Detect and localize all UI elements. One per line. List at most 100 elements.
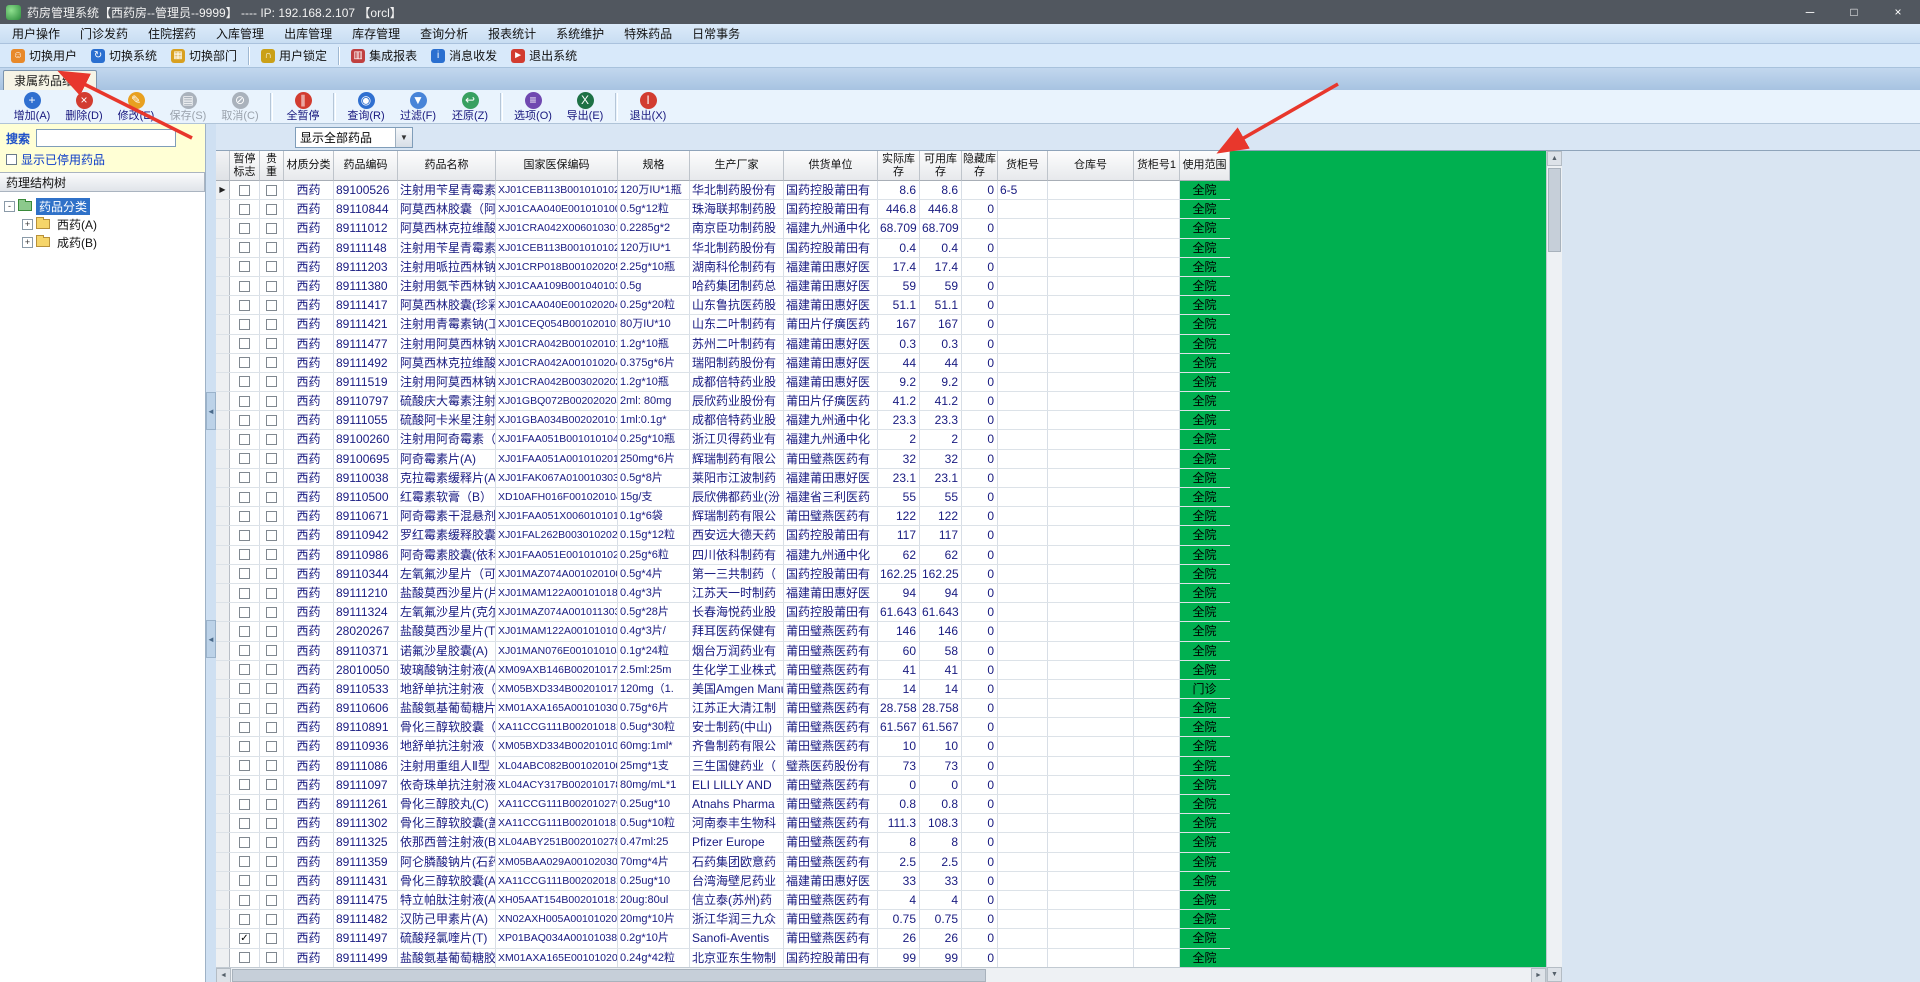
cell-available[interactable]: 55 [920, 488, 962, 507]
cell-pause[interactable] [230, 641, 260, 660]
cell-category[interactable]: 西药 [284, 852, 334, 871]
cell-cabinet[interactable] [998, 488, 1048, 507]
precious-checkbox[interactable] [266, 338, 277, 350]
cell-cabinet1[interactable] [1134, 603, 1180, 622]
cell-manufacturer[interactable]: 浙江华润三九众 [690, 910, 784, 929]
cell-scope[interactable]: 全院 [1180, 660, 1230, 679]
cell-stock[interactable]: 0.75 [878, 910, 920, 929]
column-header-scope[interactable]: 使用范围 [1180, 151, 1230, 181]
cell-available[interactable]: 8 [920, 833, 962, 852]
maximize-button[interactable]: □ [1832, 0, 1876, 24]
cell-code[interactable]: 89111492 [334, 353, 398, 372]
minimize-button[interactable]: ─ [1788, 0, 1832, 24]
column-header-warehouse[interactable]: 仓库号 [1048, 151, 1134, 181]
cell-code[interactable]: 28010050 [334, 660, 398, 679]
pause-checkbox[interactable]: ✓ [239, 932, 250, 944]
cell-code[interactable]: 89110986 [334, 545, 398, 564]
cell-insurance[interactable]: XL04ABY251B0020102783 [496, 833, 618, 852]
cell-cabinet1[interactable] [1134, 315, 1180, 334]
cell-cabinet[interactable] [998, 622, 1048, 641]
cell-scope[interactable]: 全院 [1180, 775, 1230, 794]
pause-checkbox[interactable] [239, 242, 250, 254]
pause-checkbox[interactable] [239, 702, 250, 714]
table-row[interactable]: 西药 89110891 骨化三醇软胶囊（ XA11CCG111B0020101810 0… [216, 718, 1230, 738]
cell-code[interactable]: 89110797 [334, 392, 398, 411]
precious-checkbox[interactable] [266, 664, 277, 676]
cell-spec[interactable]: 0.25g*20粒 [618, 296, 690, 315]
cell-hidden[interactable]: 0 [962, 430, 998, 449]
cell-category[interactable]: 西药 [284, 833, 334, 852]
precious-checkbox[interactable] [266, 721, 277, 733]
cell-hidden[interactable]: 0 [962, 468, 998, 487]
table-row[interactable]: 西药 89111324 左氧氟沙星片(克尔 XJ01MAZ074A0010113033… [216, 603, 1230, 623]
cell-insurance[interactable]: XJ01CAA040E001010100 [496, 200, 618, 219]
cell-hidden[interactable]: 0 [962, 583, 998, 603]
cell-manufacturer[interactable]: 生化学工业株式 [690, 660, 784, 679]
cell-stock[interactable]: 23.3 [878, 411, 920, 430]
cell-spec[interactable]: 1.2g*10瓶 [618, 334, 690, 353]
cell-name[interactable]: 硫酸羟氯喹片(T) [398, 929, 496, 948]
cell-precious[interactable] [260, 948, 284, 967]
cell-supplier[interactable]: 莆田璧燕医药有 [784, 795, 878, 814]
cell-precious[interactable] [260, 372, 284, 392]
cell-supplier[interactable]: 福建莆田惠好医 [784, 257, 878, 276]
cell-name[interactable]: 注射用苄星青霉素 [398, 238, 496, 257]
cell-supplier[interactable]: 福建莆田惠好医 [784, 334, 878, 353]
cell-precious[interactable] [260, 622, 284, 641]
cell-stock[interactable]: 32 [878, 449, 920, 468]
cell-spec[interactable]: 2.5ml:25m [618, 660, 690, 679]
cell-pause[interactable] [230, 718, 260, 737]
cell-hidden[interactable]: 0 [962, 507, 998, 526]
cell-category[interactable]: 西药 [284, 737, 334, 756]
cell-insurance[interactable]: XH05AAT154B0020101812 [496, 890, 618, 910]
pause-all-button[interactable]: ∥ 全暂停 [277, 91, 329, 122]
cell-name[interactable]: 注射用氨苄西林钠 [398, 276, 496, 296]
cell-name[interactable]: 阿莫西林胶囊(珍彩 [398, 296, 496, 315]
cell-warehouse[interactable] [1048, 334, 1134, 353]
cell-spec[interactable]: 15g/支 [618, 488, 690, 507]
cell-code[interactable]: 89111097 [334, 775, 398, 794]
cell-precious[interactable] [260, 910, 284, 929]
cell-stock[interactable]: 146 [878, 622, 920, 641]
cell-insurance[interactable]: XJ01CEQ054B0010201018 [496, 315, 618, 334]
precious-checkbox[interactable] [266, 510, 277, 522]
pause-checkbox[interactable] [239, 510, 250, 522]
cell-category[interactable]: 西药 [284, 775, 334, 794]
cell-cabinet[interactable] [998, 775, 1048, 794]
pause-checkbox[interactable] [239, 779, 250, 791]
table-row[interactable]: 西药 89110936 地舒单抗注射液（X XM05BXD334B0020101044… [216, 737, 1230, 757]
options-button[interactable]: ≡ 选项(O) [507, 91, 559, 122]
cell-manufacturer[interactable]: 瑞阳制药股份有 [690, 353, 784, 372]
pause-checkbox[interactable] [239, 376, 250, 388]
cell-cabinet1[interactable] [1134, 795, 1180, 814]
cell-precious[interactable] [260, 219, 284, 238]
cell-warehouse[interactable] [1048, 219, 1134, 238]
cell-supplier[interactable]: 福建九州通中化 [784, 545, 878, 564]
cell-insurance[interactable]: XA11CCG111B0020101810 [496, 718, 618, 737]
cell-category[interactable]: 西药 [284, 622, 334, 641]
cell-pause[interactable] [230, 852, 260, 871]
cell-cabinet[interactable] [998, 276, 1048, 296]
cell-spec[interactable]: 0.25g*10瓶 [618, 430, 690, 449]
cell-manufacturer[interactable]: 莱阳市江波制药 [690, 468, 784, 487]
table-row[interactable]: 西药 89111431 骨化三醇软胶囊(A XA11CCG111B0020201812… [216, 871, 1230, 891]
cell-cabinet[interactable] [998, 564, 1048, 583]
cell-category[interactable]: 西药 [284, 257, 334, 276]
tab-drug-maintenance[interactable]: 隶属药品维护 [3, 70, 98, 90]
cell-warehouse[interactable] [1048, 372, 1134, 392]
cell-code[interactable]: 28020267 [334, 622, 398, 641]
cell-supplier[interactable]: 莆田璧燕医药有 [784, 910, 878, 929]
cell-hidden[interactable]: 0 [962, 238, 998, 257]
cell-stock[interactable]: 167 [878, 315, 920, 334]
cell-category[interactable]: 西药 [284, 545, 334, 564]
cell-manufacturer[interactable]: 拜耳医药保健有 [690, 622, 784, 641]
cell-hidden[interactable]: 0 [962, 948, 998, 967]
cell-available[interactable]: 10 [920, 737, 962, 756]
cell-scope[interactable]: 全院 [1180, 200, 1230, 219]
cell-insurance[interactable]: XJ01CRA042A0010102040 [496, 353, 618, 372]
cell-cabinet1[interactable] [1134, 679, 1180, 699]
pause-checkbox[interactable] [239, 414, 250, 426]
cell-cabinet[interactable] [998, 468, 1048, 487]
message-button[interactable]: i 消息收发 [424, 46, 504, 66]
cell-available[interactable]: 14 [920, 679, 962, 699]
